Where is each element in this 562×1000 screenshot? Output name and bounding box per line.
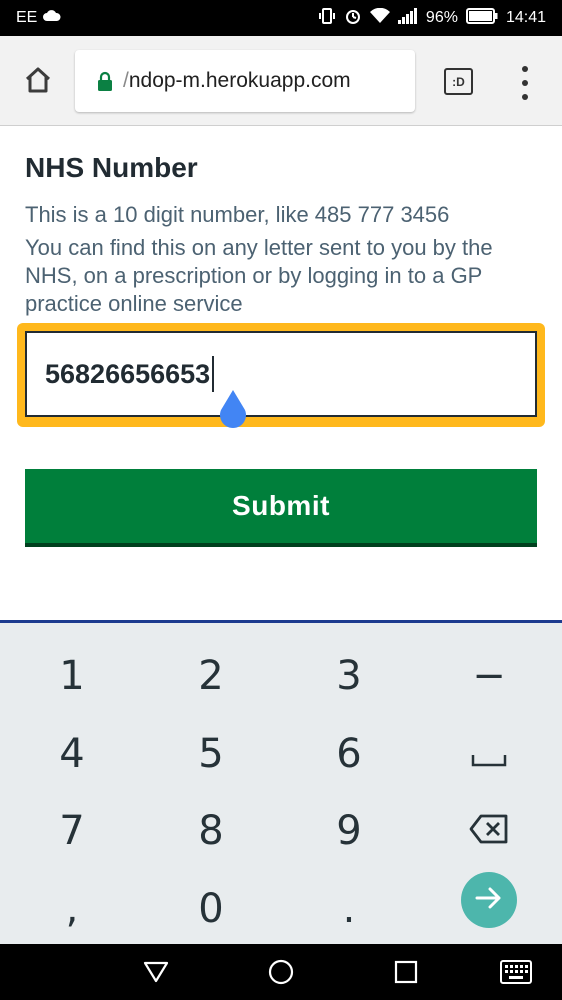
battery-icon — [465, 7, 498, 29]
vibrate-icon — [318, 7, 336, 30]
home-circle-icon[interactable] — [266, 958, 296, 986]
address-bar[interactable]: / ndop-m.herokuapp.com — [75, 50, 415, 112]
clock: 14:41 — [505, 9, 546, 26]
battery-percent: 96% — [425, 9, 458, 26]
key-2[interactable]: 2 — [161, 641, 261, 711]
hint-format: This is a 10 digit number, like 485 777 … — [25, 202, 450, 227]
alarm-icon — [344, 7, 362, 30]
key-comma[interactable]: , — [22, 874, 122, 944]
signal-icon — [397, 7, 418, 29]
system-nav-bar — [0, 944, 562, 1000]
url-text: ndop-m.herokuapp.com — [128, 69, 351, 92]
recents-icon[interactable] — [391, 958, 421, 986]
menu-icon[interactable] — [515, 66, 535, 100]
space-icon — [471, 731, 507, 777]
lock-icon — [97, 71, 113, 91]
nhs-number-input[interactable]: 56826656653 — [25, 331, 537, 417]
status-right: 96% 14:41 — [318, 7, 546, 30]
hint-location: You can find this on any letter sent to … — [25, 235, 493, 316]
key-4[interactable]: 4 — [22, 719, 122, 789]
keyboard-icon[interactable] — [499, 958, 533, 986]
tab-switcher-button[interactable]: :D — [444, 68, 473, 95]
caret-handle-icon[interactable] — [217, 388, 249, 430]
go-button[interactable] — [461, 872, 517, 928]
input-value: 56826656653 — [45, 358, 211, 389]
page-content: NHS Number This is a 10 digit number, li… — [0, 126, 562, 620]
submit-button[interactable]: Submit — [25, 469, 537, 547]
home-button[interactable] — [18, 62, 58, 102]
backspace-icon — [469, 808, 509, 854]
back-icon[interactable] — [141, 958, 171, 986]
arrow-right-icon — [475, 886, 503, 915]
key-3[interactable]: 3 — [299, 641, 399, 711]
key-8[interactable]: 8 — [161, 796, 261, 866]
status-bar: EE 96% 14:41 — [0, 0, 562, 36]
key-0[interactable]: 0 — [161, 874, 261, 944]
key-7[interactable]: 7 — [22, 796, 122, 866]
key-6[interactable]: 6 — [299, 719, 399, 789]
key-5[interactable]: 5 — [161, 719, 261, 789]
carrier-label: EE — [16, 9, 38, 26]
browser-toolbar: / ndop-m.herokuapp.com :D — [0, 36, 562, 126]
key-period[interactable]: . — [299, 874, 399, 944]
key-1[interactable]: 1 — [22, 641, 122, 711]
key-space[interactable] — [439, 719, 539, 789]
cloud-icon — [43, 9, 61, 27]
home-icon — [23, 65, 53, 100]
key-9[interactable]: 9 — [299, 796, 399, 866]
wifi-icon — [369, 7, 390, 29]
key-backspace[interactable] — [439, 796, 539, 866]
nhs-number-label: NHS Number — [25, 152, 198, 183]
key-minus[interactable]: − — [439, 641, 539, 711]
status-left: EE — [16, 9, 61, 27]
numeric-keyboard: 1 2 3 − 4 5 6 7 8 9 , 0 . — [0, 620, 562, 944]
text-caret — [212, 356, 215, 392]
